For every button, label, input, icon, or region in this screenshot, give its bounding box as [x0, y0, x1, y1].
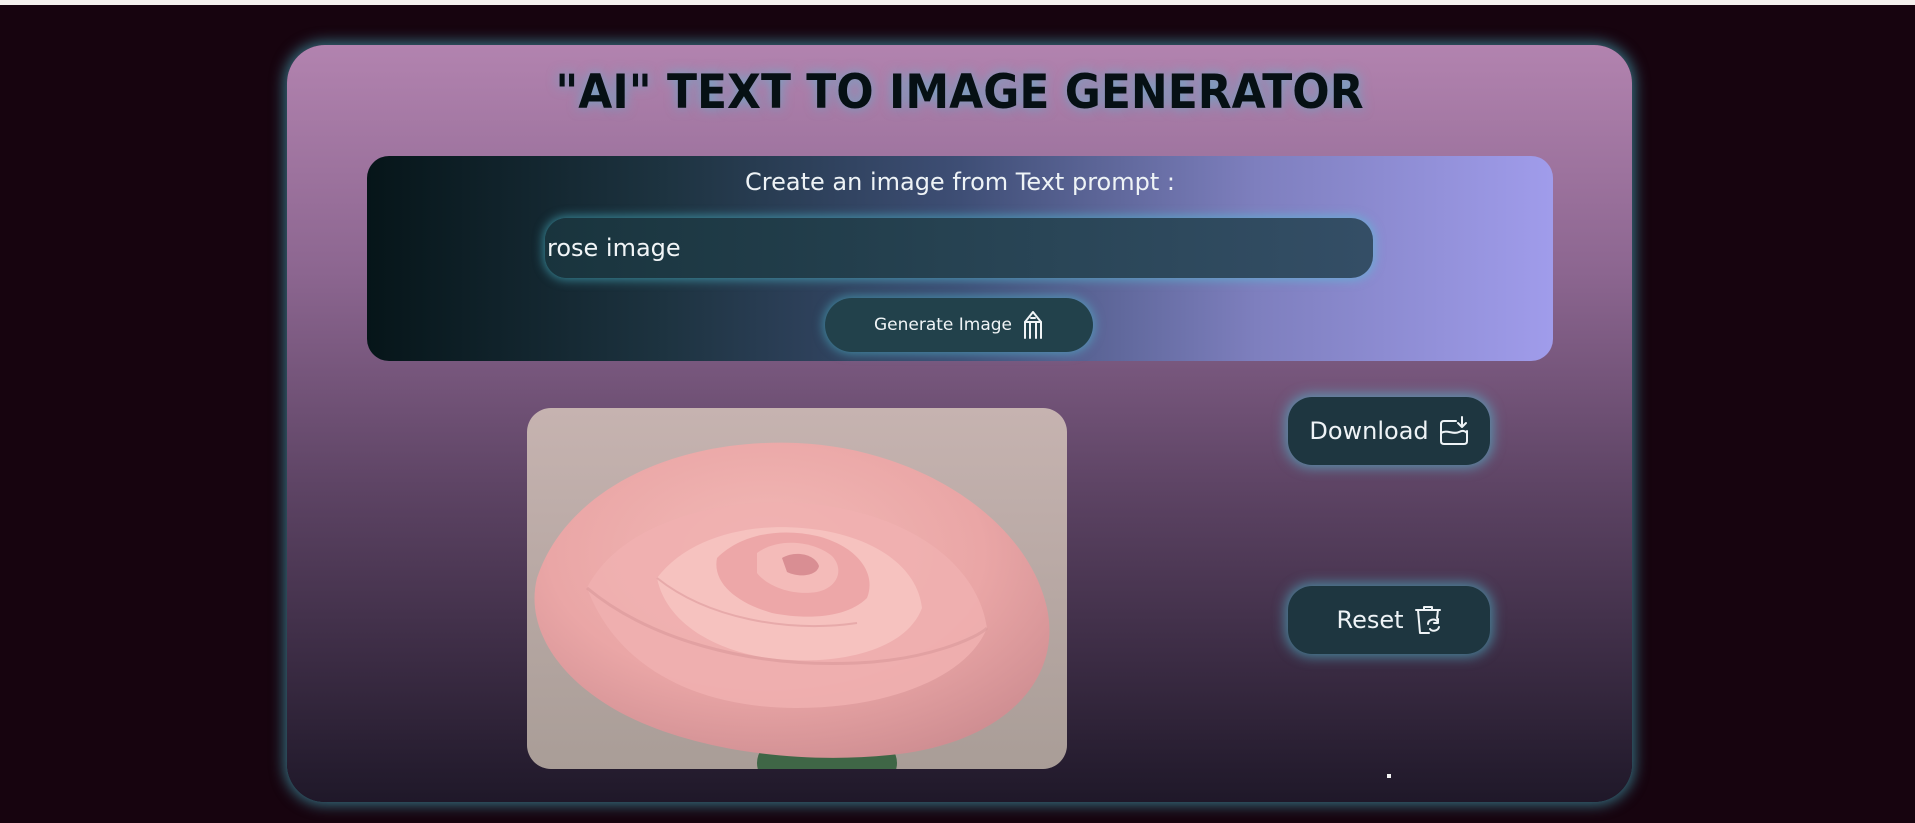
generate-button-label: Generate Image [873, 315, 1013, 335]
download-button-label: Download [1309, 417, 1429, 445]
download-button[interactable]: Download [1288, 397, 1490, 465]
prompt-label: Create an image from Text prompt : [745, 168, 1175, 196]
pencil-icon [1022, 310, 1044, 340]
top-border [0, 0, 1915, 5]
generate-image-button[interactable]: Generate Image [825, 298, 1093, 352]
decorative-dot [1387, 774, 1391, 778]
prompt-input[interactable] [545, 218, 1373, 278]
download-icon [1439, 415, 1469, 447]
generator-card: "AI" TEXT TO IMAGE GENERATOR Create an i… [287, 45, 1632, 802]
reset-button-label: Reset [1336, 606, 1404, 634]
reset-button[interactable]: Reset [1288, 586, 1490, 654]
prompt-panel: Create an image from Text prompt : Gener… [367, 156, 1553, 361]
generated-image [527, 408, 1067, 769]
page-title: "AI" TEXT TO IMAGE GENERATOR [555, 64, 1364, 121]
trash-refresh-icon [1414, 604, 1442, 636]
